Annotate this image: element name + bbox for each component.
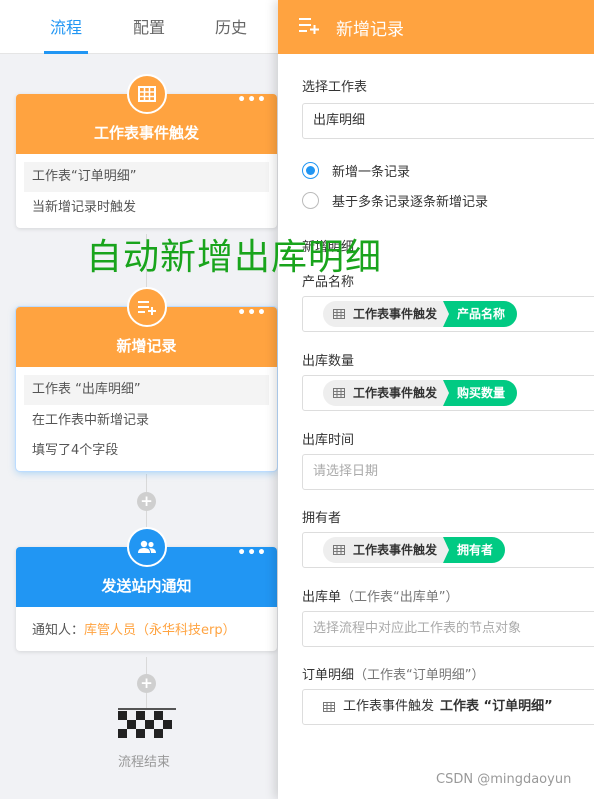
order-detail-field[interactable]: 工作表事件触发 工作表 “订单明细” — [302, 689, 594, 725]
tab-flow[interactable]: 流程 — [44, 0, 88, 54]
radio-unselected[interactable] — [302, 192, 319, 209]
order-detail-value: 工作表 “订单明细” — [440, 699, 553, 714]
trigger-desc: 当新增记录时触发 — [32, 200, 137, 215]
notify-recipient-label: 通知人： — [32, 623, 85, 638]
trigger-node-header: 工作表事件触发 ••• — [16, 74, 277, 154]
add-record-line1: 在工作表中新增记录 — [32, 413, 150, 428]
add-record-line2: 填写了4个字段 — [32, 443, 119, 458]
outbound-time-date-picker[interactable]: 请选择日期 — [302, 454, 594, 490]
order-detail-source: 工作表事件触发 — [343, 699, 435, 714]
field-reference-token[interactable]: 工作表事件触发 拥有者 — [323, 537, 506, 563]
trigger-sheet: 工作表“订单明细” — [24, 162, 269, 192]
outbound-time-label: 出库时间 — [302, 433, 355, 448]
node-config-panel: 新增记录 选择工作表 出库明细 新增一条记录 基于多条记录逐条新增记录 新增明细… — [278, 0, 594, 799]
notify-node-header: 发送站内通知 ••• — [16, 527, 277, 607]
product-name-field[interactable]: 工作表事件触发 产品名称 — [302, 296, 594, 332]
radio-single-label: 新增一条记录 — [332, 165, 411, 180]
panel-header: 新增记录 — [278, 0, 594, 54]
field-reference-token[interactable]: 工作表事件触发 购买数量 — [323, 380, 518, 406]
add-record-icon — [127, 287, 167, 327]
add-record-icon — [298, 16, 320, 39]
radio-multi-record[interactable]: 基于多条记录逐条新增记录 — [302, 191, 488, 210]
add-record-node[interactable]: 新增记录 ••• 工作表 “出库明细” 在工作表中新增记录 填写了4个字段 — [16, 287, 277, 471]
outbound-order-label-text: 出库单 — [302, 590, 342, 605]
notify-node[interactable]: 发送站内通知 ••• 通知人：库管人员（永华科技erp） — [16, 527, 277, 651]
outbound-order-label: 出库单（工作表“出库单”） — [302, 586, 459, 605]
radio-multi-label: 基于多条记录逐条新增记录 — [332, 195, 489, 210]
trigger-node[interactable]: 工作表事件触发 ••• 工作表“订单明细” 当新增记录时触发 — [16, 74, 277, 228]
radio-selected[interactable] — [302, 162, 319, 179]
table-icon — [333, 309, 345, 319]
table-icon — [333, 545, 345, 555]
tab-history[interactable]: 历史 — [208, 0, 254, 54]
field-reference-token[interactable]: 工作表事件触发 产品名称 — [323, 301, 518, 327]
watermark: CSDN @mingdaoyun — [436, 772, 572, 787]
add-record-node-header: 新增记录 ••• — [16, 287, 277, 367]
flow-end-label: 流程结束 — [118, 755, 171, 770]
more-icon[interactable]: ••• — [237, 531, 267, 575]
outbound-order-node-select[interactable]: 选择流程中对应此工作表的节点对象 — [302, 611, 594, 647]
add-node-button[interactable]: + — [137, 492, 156, 511]
order-detail-label-text: 订单明细 — [302, 668, 355, 683]
select-sheet-label: 选择工作表 — [302, 80, 368, 95]
radio-single-record[interactable]: 新增一条记录 — [302, 161, 410, 180]
tab-config[interactable]: 配置 — [126, 0, 172, 54]
quantity-label: 出库数量 — [302, 354, 355, 369]
order-detail-label: 订单明细（工作表“订单明细”） — [302, 664, 485, 683]
token-field: 购买数量 — [443, 380, 518, 406]
table-icon — [323, 702, 335, 712]
top-tab-bar: 流程 配置 历史 — [0, 0, 278, 54]
users-icon — [127, 527, 167, 567]
notify-recipient-row: 通知人：库管人员（永华科技erp） — [24, 615, 269, 645]
order-detail-hint: （工作表“订单明细”） — [354, 668, 485, 683]
add-node-button[interactable]: + — [137, 674, 156, 693]
token-source: 工作表事件触发 — [353, 307, 438, 321]
token-source: 工作表事件触发 — [353, 543, 438, 557]
outbound-order-hint: （工作表“出库单”） — [341, 590, 459, 605]
more-icon[interactable]: ••• — [237, 78, 267, 122]
owner-label: 拥有者 — [302, 511, 342, 526]
notify-recipient: 库管人员（永华科技erp） — [84, 623, 236, 638]
token-source: 工作表事件触发 — [353, 386, 438, 400]
trigger-node-title: 工作表事件触发 — [93, 124, 199, 142]
overlay-annotation: 自动新增出库明细 — [86, 237, 383, 278]
notify-node-title: 发送站内通知 — [101, 577, 192, 595]
select-sheet-dropdown[interactable]: 出库明细 — [302, 103, 594, 139]
add-record-sheet: 工作表 “出库明细” — [24, 375, 269, 405]
token-field: 拥有者 — [443, 537, 506, 563]
table-icon — [127, 74, 167, 114]
add-record-node-title: 新增记录 — [116, 337, 177, 355]
panel-title: 新增记录 — [336, 19, 404, 40]
finish-flag-icon — [118, 708, 176, 742]
quantity-field[interactable]: 工作表事件触发 购买数量 — [302, 375, 594, 411]
more-icon[interactable]: ••• — [237, 291, 267, 335]
owner-field[interactable]: 工作表事件触发 拥有者 — [302, 532, 594, 568]
table-icon — [333, 388, 345, 398]
token-field: 产品名称 — [443, 301, 518, 327]
